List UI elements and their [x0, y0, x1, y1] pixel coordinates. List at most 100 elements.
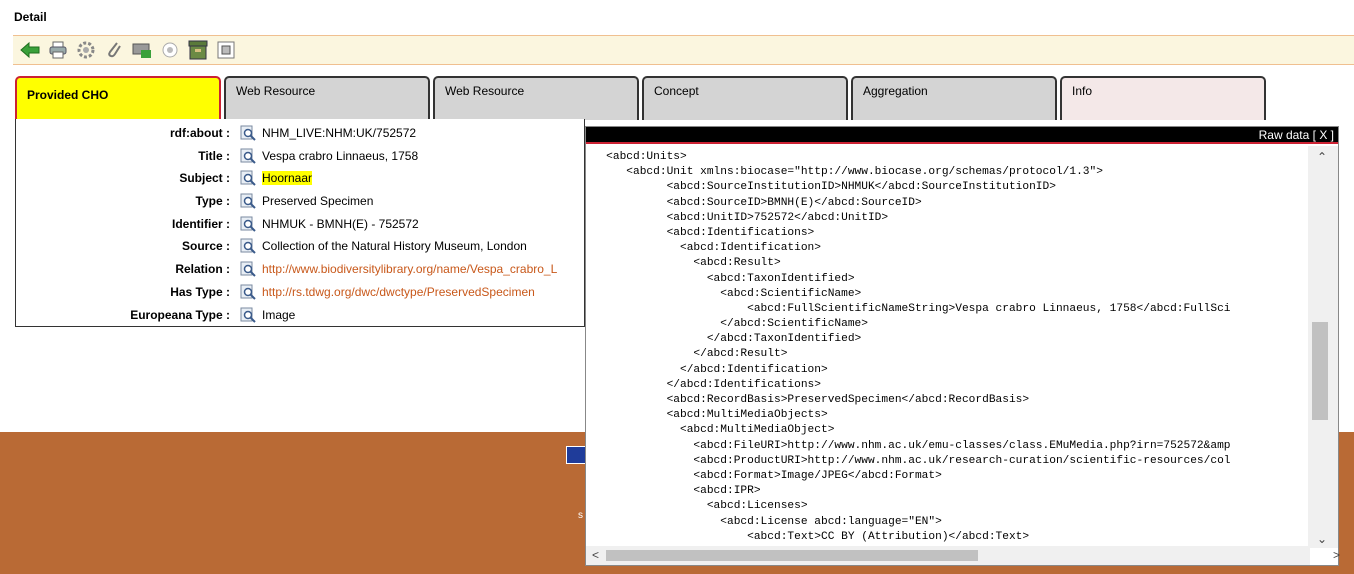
xml-line: <abcd:Format>Image/JPEG</abcd:Format> — [586, 469, 942, 482]
field-row-source: Source : Collection of the Natural Histo… — [16, 237, 527, 255]
xml-line: <abcd:Text>CC BY (Attribution)</abcd:Tex… — [586, 530, 1030, 543]
radio-icon[interactable] — [159, 39, 181, 61]
xml-line: </abcd:Result> — [586, 348, 788, 361]
toolbar — [13, 35, 1354, 65]
settings-icon[interactable] — [75, 39, 97, 61]
field-label: Relation : — [175, 262, 230, 276]
scroll-down-icon[interactable]: ⌄ — [1317, 532, 1327, 546]
tab-provided-cho[interactable]: Provided CHO — [15, 76, 221, 120]
field-row-title: Title : Vespa crabro Linnaeus, 1758 — [16, 147, 418, 165]
raw-data-titlebar: Raw data [ X ] — [586, 127, 1338, 144]
tab-label: Aggregation — [863, 84, 928, 98]
archive-icon[interactable] — [187, 39, 209, 61]
raw-data-content[interactable]: <abcd:Units> <abcd:Unit xmlns:biocase="h… — [586, 146, 1310, 548]
field-row-has-type: Has Type : http://rs.tdwg.org/dwc/dwctyp… — [16, 283, 535, 301]
xml-line: <abcd:MultiMediaObject> — [586, 424, 835, 437]
tab-label: Web Resource — [236, 84, 316, 98]
detail-panel: rdf:about : NHM_LIVE:NHM:UK/752572 Title… — [15, 119, 585, 327]
magnifier-icon[interactable] — [240, 125, 256, 141]
field-value: NHMUK - BMNH(E) - 752572 — [262, 217, 419, 231]
magnifier-icon[interactable] — [240, 238, 256, 254]
scroll-thumb[interactable] — [1312, 322, 1328, 420]
print-icon[interactable] — [47, 39, 69, 61]
back-icon[interactable] — [19, 39, 41, 61]
field-row-identifier: Identifier : NHMUK - BMNH(E) - 752572 — [16, 215, 419, 233]
field-label: Identifier : — [171, 217, 230, 231]
relation-link[interactable]: http://www.biodiversitylibrary.org/name/… — [262, 262, 557, 276]
cart-icon[interactable] — [131, 39, 153, 61]
xml-line: <abcd:Unit xmlns:biocase="http://www.bio… — [586, 166, 1103, 179]
xml-line: <abcd:FullScientificNameString>Vespa cra… — [586, 302, 1231, 315]
xml-line: <abcd:IPR> — [586, 485, 761, 498]
scroll-right-icon[interactable]: > — [1333, 548, 1340, 562]
xml-line: <abcd:UnitID>752572</abcd:UnitID> — [586, 211, 889, 224]
field-row-rdf-about: rdf:about : NHM_LIVE:NHM:UK/752572 — [16, 124, 416, 142]
field-value: Vespa crabro Linnaeus, 1758 — [262, 149, 419, 163]
xml-line: <abcd:Result> — [586, 257, 781, 270]
tab-web-resource-2[interactable]: Web Resource — [433, 76, 639, 120]
scroll-thumb[interactable] — [606, 550, 978, 561]
xml-line: <abcd:License abcd:language="EN"> — [586, 515, 942, 528]
tab-label: Provided CHO — [27, 88, 109, 102]
raw-data-panel: Raw data [ X ] <abcd:Units> <abcd:Unit x… — [585, 126, 1340, 566]
xml-line: <abcd:Licenses> — [586, 500, 808, 513]
xml-line: </abcd:TaxonIdentified> — [586, 333, 862, 346]
field-row-type: Type : Preserved Specimen — [16, 192, 373, 210]
xml-line: <abcd:ProductURI>http://www.nhm.ac.uk/re… — [586, 454, 1231, 467]
magnifier-icon[interactable] — [240, 284, 256, 300]
vertical-scrollbar[interactable]: ⌃ ⌄ — [1308, 146, 1338, 548]
raw-data-title: Raw data — [1258, 128, 1310, 142]
field-value: NHM_LIVE:NHM:UK/752572 — [262, 126, 417, 140]
field-label: Type : — [195, 194, 230, 208]
xml-line: <abcd:ScientificName> — [586, 287, 862, 300]
xml-line: <abcd:TaxonIdentified> — [586, 272, 855, 285]
magnifier-icon[interactable] — [240, 193, 256, 209]
tab-label: Web Resource — [445, 84, 525, 98]
xml-line: <abcd:RecordBasis>PreservedSpecimen</abc… — [586, 394, 1030, 406]
tab-info[interactable]: Info — [1060, 76, 1266, 120]
xml-line: <abcd:Identifications> — [586, 226, 815, 239]
field-row-europeana-type: Europeana Type : Image — [16, 306, 295, 324]
field-label: Europeana Type : — [130, 308, 230, 322]
magnifier-icon[interactable] — [240, 216, 256, 232]
scroll-left-icon[interactable]: < — [592, 548, 599, 562]
close-button[interactable]: [ X ] — [1313, 128, 1334, 142]
field-value: Collection of the Natural History Museum… — [262, 239, 527, 253]
scroll-up-icon[interactable]: ⌃ — [1317, 150, 1327, 164]
magnifier-icon[interactable] — [240, 170, 256, 186]
tab-web-resource-1[interactable]: Web Resource — [224, 76, 430, 120]
tab-aggregation[interactable]: Aggregation — [851, 76, 1057, 120]
footer-text: s — [578, 510, 583, 521]
magnifier-icon[interactable] — [240, 307, 256, 323]
xml-line: </abcd:Identifications> — [586, 378, 821, 391]
xml-line: </abcd:Identification> — [586, 363, 828, 376]
field-label: Title : — [198, 149, 230, 163]
tab-label: Concept — [654, 84, 699, 98]
xml-line: </abcd:ScientificName> — [586, 318, 868, 331]
page-title: Detail — [14, 10, 47, 24]
attach-icon[interactable] — [103, 39, 125, 61]
xml-line: <abcd:SourceInstitutionID>NHMUK</abcd:So… — [586, 181, 1056, 194]
xml-line: <abcd:MultiMediaObjects> — [586, 409, 828, 422]
field-value: Preserved Specimen — [262, 194, 374, 208]
magnifier-icon[interactable] — [240, 148, 256, 164]
field-value: Image — [262, 308, 296, 322]
magnifier-icon[interactable] — [240, 261, 256, 277]
xml-line: <abcd:Identification> — [586, 242, 821, 255]
xml-line: <abcd:SourceID>BMNH(E)</abcd:SourceID> — [586, 196, 922, 209]
xml-line: <abcd:FileURI>http://www.nhm.ac.uk/emu-c… — [586, 439, 1231, 452]
field-label: rdf:about : — [170, 126, 230, 140]
xml-line: <abcd:Units> — [586, 151, 687, 163]
has-type-link[interactable]: http://rs.tdwg.org/dwc/dwctype/Preserved… — [262, 285, 535, 299]
field-label: Has Type : — [170, 285, 230, 299]
eu-flag-icon — [566, 446, 586, 464]
field-value: Hoornaar — [262, 171, 313, 185]
field-row-subject: Subject : Hoornaar — [16, 169, 313, 187]
document-icon[interactable] — [215, 39, 237, 61]
tab-label: Info — [1072, 84, 1093, 98]
field-row-relation: Relation : http://www.biodiversitylibrar… — [16, 260, 557, 278]
horizontal-scrollbar[interactable]: < > — [586, 546, 1340, 565]
tab-concept[interactable]: Concept — [642, 76, 848, 120]
field-label: Subject : — [179, 171, 230, 185]
field-label: Source : — [181, 239, 230, 253]
